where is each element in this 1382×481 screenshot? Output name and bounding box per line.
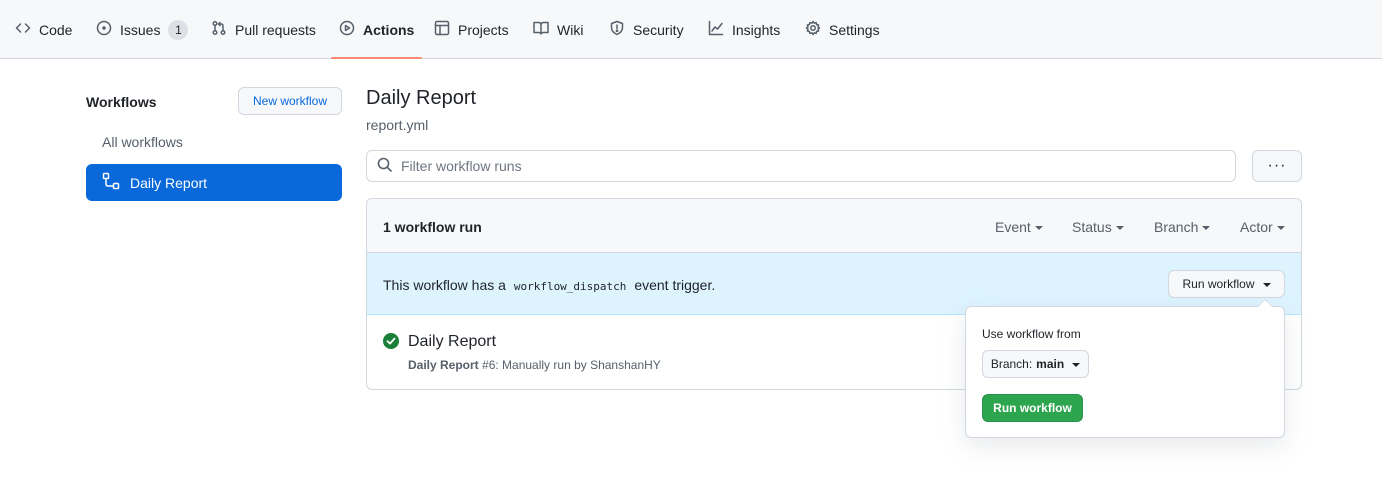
tab-settings[interactable]: Settings [805, 0, 880, 59]
issue-opened-icon [96, 20, 112, 39]
filter-runs-field[interactable] [366, 150, 1236, 182]
branch-filter-label: Branch [1154, 219, 1199, 235]
tab-settings-label: Settings [829, 21, 880, 38]
caret-down-icon [1276, 226, 1285, 230]
tab-wiki-label: Wiki [557, 21, 584, 38]
tab-pull-requests[interactable]: Pull requests [211, 0, 316, 59]
tab-projects-label: Projects [458, 21, 509, 38]
gear-icon [805, 20, 821, 39]
tab-wiki[interactable]: Wiki [533, 0, 583, 59]
issues-counter: 1 [168, 19, 189, 40]
tab-code-label: Code [39, 21, 73, 38]
search-icon [377, 157, 393, 176]
event-filter-label: Event [995, 219, 1031, 235]
tab-issues[interactable]: Issues 1 [96, 0, 189, 59]
dispatch-text: This workflow has a workflow_dispatch ev… [383, 277, 715, 293]
tab-actions-label: Actions [363, 21, 415, 38]
status-filter-menu[interactable]: Status [1072, 219, 1124, 235]
run-subtitle-detail: #6: Manually run by ShanshanHY [478, 358, 661, 372]
new-workflow-button[interactable]: New workflow [238, 87, 342, 115]
run-subtitle: Daily Report #6: Manually run by Shansha… [408, 358, 661, 372]
caret-down-icon [1034, 226, 1043, 230]
sidebar-title: Workflows [86, 94, 157, 110]
event-filter-menu[interactable]: Event [995, 219, 1043, 235]
tab-insights-label: Insights [732, 21, 781, 38]
table-icon [434, 20, 450, 39]
code-icon [15, 20, 31, 39]
actor-filter-label: Actor [1240, 219, 1273, 235]
run-subtitle-workflow: Daily Report [408, 358, 479, 372]
git-pull-request-icon [211, 20, 227, 39]
branch-select-button[interactable]: Branch: main [982, 350, 1089, 378]
play-icon [339, 20, 355, 39]
tab-issues-label: Issues [120, 21, 161, 38]
run-title[interactable]: Daily Report [408, 333, 496, 351]
runs-header: 1 workflow run Event Status Branch Actor [367, 199, 1301, 253]
run-workflow-label: Run workflow [1182, 277, 1255, 291]
caret-down-icon [1202, 226, 1211, 230]
sidebar-item-label: Daily Report [130, 174, 208, 191]
book-icon [533, 20, 549, 39]
branch-name: main [1036, 357, 1065, 371]
dispatch-text-before: This workflow has a [383, 277, 506, 293]
dispatch-text-after: event trigger. [634, 277, 716, 293]
caret-down-icon [1115, 226, 1124, 230]
repo-nav: Code Issues 1 Pull requests Actions Proj… [0, 0, 1382, 59]
graph-icon [708, 20, 724, 39]
shield-icon [609, 20, 625, 39]
tab-actions[interactable]: Actions [330, 0, 423, 59]
run-workflow-submit-button[interactable]: Run workflow [982, 394, 1083, 422]
caret-down-icon [1262, 283, 1271, 287]
tab-projects[interactable]: Projects [434, 0, 509, 59]
caret-down-icon [1072, 363, 1081, 367]
page-title: Daily Report [366, 87, 477, 109]
use-workflow-from-label: Use workflow from [982, 327, 1081, 341]
actor-filter-menu[interactable]: Actor [1240, 219, 1285, 235]
workflow-file-link[interactable]: report.yml [366, 117, 428, 133]
tab-pull-requests-label: Pull requests [235, 21, 316, 38]
run-workflow-popover: Use workflow from Branch: main Run workf… [965, 299, 1285, 438]
status-filter-label: Status [1072, 219, 1112, 235]
filter-runs-input[interactable] [401, 158, 1201, 174]
sidebar-item-daily-report[interactable]: Daily Report [86, 164, 342, 201]
tab-security[interactable]: Security [609, 0, 684, 59]
workflow-icon [102, 172, 120, 193]
branch-filter-menu[interactable]: Branch [1154, 219, 1211, 235]
sidebar-item-all-workflows[interactable]: All workflows [86, 123, 342, 160]
tab-security-label: Security [633, 21, 684, 38]
tab-insights[interactable]: Insights [708, 0, 780, 59]
dispatch-code: workflow_dispatch [513, 280, 627, 293]
more-options-button[interactable]: ··· [1252, 150, 1302, 182]
runs-count: 1 workflow run [383, 219, 482, 235]
check-circle-fill-icon [383, 333, 399, 349]
branch-prefix: Branch: [990, 357, 1033, 371]
sidebar-item-label: All workflows [102, 133, 183, 150]
run-workflow-dropdown-button[interactable]: Run workflow [1168, 270, 1285, 298]
tab-code[interactable]: Code [15, 0, 72, 59]
